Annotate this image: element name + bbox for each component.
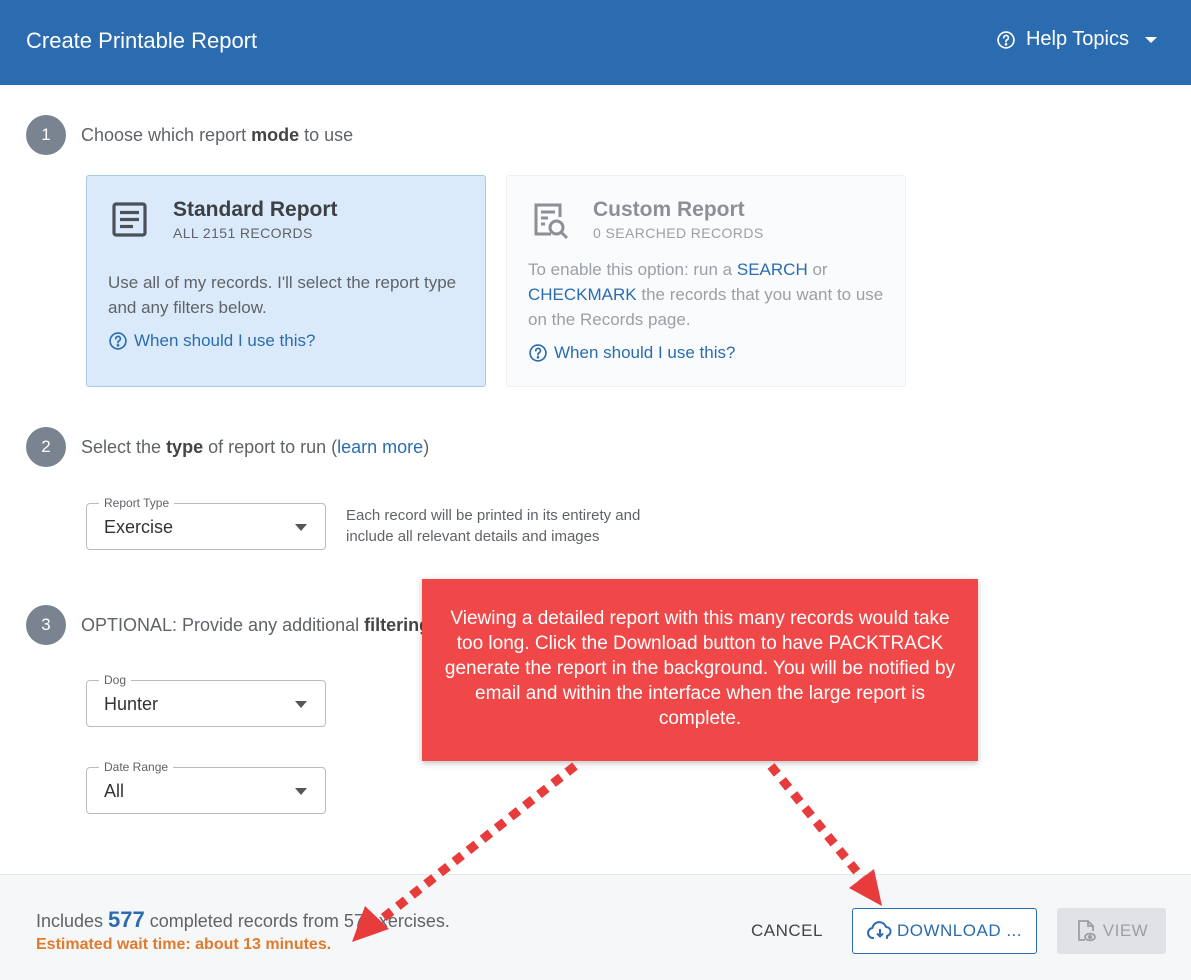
- step-3-text: OPTIONAL: Provide any additional filteri…: [81, 615, 431, 635]
- custom-report-subtitle: 0 SEARCHED RECORDS: [593, 225, 764, 241]
- help-topics-label: Help Topics: [1025, 28, 1129, 50]
- help-circle-icon: [997, 30, 1015, 49]
- step-1-number: 1: [26, 115, 66, 155]
- view-button: VIEW: [1057, 908, 1166, 954]
- dog-value: Hunter: [104, 694, 159, 714]
- chevron-down-icon: [1145, 36, 1157, 43]
- custom-report-card: Custom Report 0 SEARCHED RECORDS To enab…: [506, 175, 906, 387]
- step-3-number: 3: [26, 605, 66, 645]
- app-header: Create Printable Report Help Topics: [0, 0, 1191, 85]
- cloud-download-icon: [867, 921, 892, 939]
- custom-report-description: To enable this option: run a SEARCH or C…: [528, 260, 884, 329]
- step-2-text: Select the type of report to run (learn …: [81, 437, 430, 457]
- cancel-button[interactable]: CANCEL: [735, 908, 839, 954]
- report-type-select[interactable]: Report Type Exercise: [86, 496, 326, 550]
- standard-report-title: Standard Report: [173, 198, 338, 221]
- dropdown-caret-icon: [295, 788, 307, 795]
- download-button[interactable]: DOWNLOAD ...: [852, 908, 1037, 954]
- report-type-label: Report Type: [99, 496, 175, 510]
- document-view-icon: [1077, 920, 1096, 942]
- standard-when-link[interactable]: When should I use this?: [108, 331, 315, 351]
- dog-label: Dog: [99, 673, 132, 687]
- report-footer: Includes 577 completed records from 57 e…: [0, 874, 1191, 980]
- help-topics-menu[interactable]: Help Topics: [996, 28, 1157, 51]
- callout-arrows: [352, 762, 882, 942]
- help-circle-icon: [109, 332, 127, 350]
- learn-more-link[interactable]: learn more: [337, 437, 423, 457]
- document-list-icon: [112, 202, 147, 237]
- report-type-description: Each record will be printed in its entir…: [346, 507, 641, 545]
- help-circle-icon: [529, 344, 547, 362]
- document-search-icon: [534, 203, 569, 240]
- dog-select[interactable]: Dog Hunter: [86, 673, 326, 727]
- checkmark-link[interactable]: CHECKMARK: [528, 285, 637, 304]
- large-report-callout: Viewing a detailed report with this many…: [422, 579, 978, 761]
- standard-report-description: Use all of my records. I'll select the r…: [108, 273, 457, 317]
- estimated-wait-time: Estimated wait time: about 13 minutes.: [36, 936, 332, 953]
- report-type-value: Exercise: [104, 517, 174, 537]
- date-range-label: Date Range: [99, 760, 174, 774]
- includes-summary: Includes 577 completed records from 57 e…: [36, 907, 450, 932]
- step-2-number: 2: [26, 427, 66, 467]
- date-range-value: All: [104, 781, 125, 801]
- record-count: 577: [108, 907, 145, 932]
- search-link[interactable]: SEARCH: [737, 260, 808, 279]
- custom-report-title: Custom Report: [593, 198, 745, 221]
- dropdown-caret-icon: [295, 524, 307, 531]
- custom-when-link[interactable]: When should I use this?: [528, 343, 735, 363]
- date-range-select[interactable]: Date Range All: [86, 760, 326, 814]
- standard-report-card[interactable]: Standard Report ALL 2151 RECORDS Use all…: [86, 175, 486, 387]
- page-title: Create Printable Report: [26, 28, 258, 53]
- step-1-text: Choose which report mode to use: [81, 125, 354, 145]
- standard-report-subtitle: ALL 2151 RECORDS: [173, 225, 313, 241]
- dropdown-caret-icon: [295, 701, 307, 708]
